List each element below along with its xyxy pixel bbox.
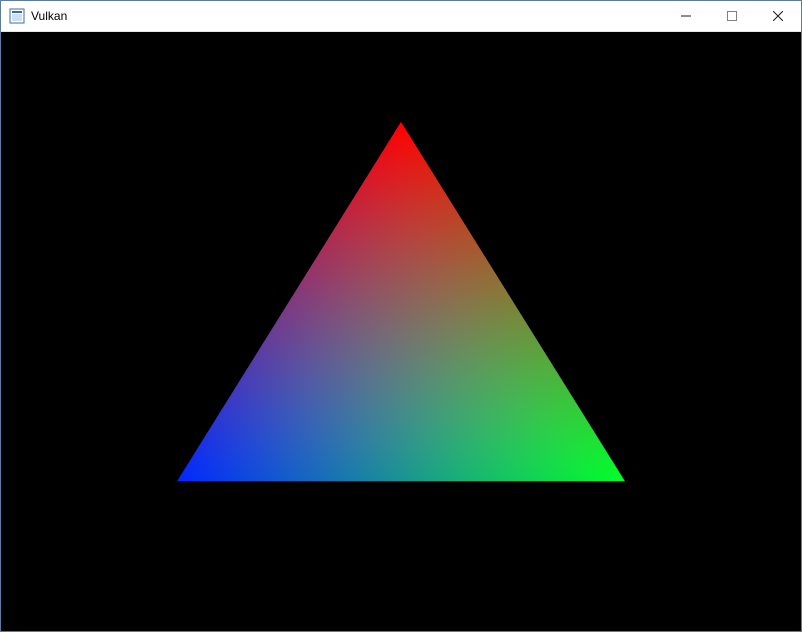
window-controls xyxy=(663,1,801,31)
maximize-button[interactable] xyxy=(709,1,755,31)
app-window: Vulkan xyxy=(0,0,802,632)
titlebar[interactable]: Vulkan xyxy=(1,1,801,32)
minimize-button[interactable] xyxy=(663,1,709,31)
client-area xyxy=(1,32,801,631)
close-button[interactable] xyxy=(755,1,801,31)
maximize-icon xyxy=(727,11,737,21)
close-icon xyxy=(773,11,783,21)
render-surface xyxy=(1,32,801,631)
app-icon xyxy=(9,8,25,24)
minimize-icon xyxy=(681,11,691,21)
window-title: Vulkan xyxy=(31,9,67,23)
